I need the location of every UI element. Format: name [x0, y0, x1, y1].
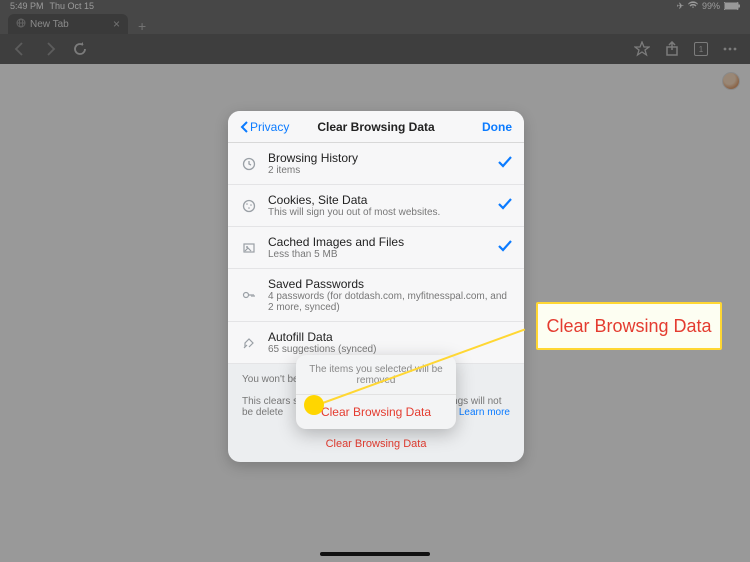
- cookies-icon: [240, 199, 258, 213]
- row-title: Cached Images and Files: [268, 235, 488, 249]
- modal-header: Clear Browsing Data Privacy Done: [228, 111, 524, 143]
- row-cached[interactable]: Cached Images and FilesLess than 5 MB: [228, 227, 524, 269]
- annotation-callout: Clear Browsing Data: [536, 302, 722, 350]
- row-passwords[interactable]: Saved Passwords4 passwords (for dotdash.…: [228, 269, 524, 322]
- check-icon: [498, 239, 512, 257]
- autofill-icon: [240, 336, 258, 350]
- popover-arrow-icon: [369, 428, 383, 429]
- row-cookies[interactable]: Cookies, Site DataThis will sign you out…: [228, 185, 524, 227]
- foot-line2a: This clears sy: [242, 396, 303, 407]
- row-browsing-history[interactable]: Browsing History2 items: [228, 143, 524, 185]
- row-title: Browsing History: [268, 151, 488, 165]
- data-type-list: Browsing History2 items Cookies, Site Da…: [228, 143, 524, 364]
- confirm-popover: The items you selected will be removed C…: [296, 355, 456, 429]
- history-icon: [240, 157, 258, 171]
- key-icon: [240, 288, 258, 302]
- done-button[interactable]: Done: [482, 120, 512, 134]
- clear-browsing-data-button[interactable]: Clear Browsing Data: [228, 428, 524, 462]
- images-icon: [240, 241, 258, 255]
- row-title: Cookies, Site Data: [268, 193, 488, 207]
- back-label: Privacy: [250, 120, 289, 134]
- chevron-left-icon: [240, 121, 249, 133]
- learn-more-link[interactable]: Learn more: [459, 407, 510, 418]
- clear-data-modal: Clear Browsing Data Privacy Done Browsin…: [228, 111, 524, 462]
- check-icon: [498, 197, 512, 215]
- row-sub: Less than 5 MB: [268, 249, 488, 260]
- row-sub: This will sign you out of most websites.: [268, 207, 488, 218]
- row-sub: 4 passwords (for dotdash.com, myfitnessp…: [268, 291, 512, 313]
- annotation-dot: [304, 395, 324, 415]
- row-title: Autofill Data: [268, 330, 512, 344]
- row-sub: 2 items: [268, 165, 488, 176]
- row-title: Saved Passwords: [268, 277, 512, 291]
- check-icon: [498, 155, 512, 173]
- foot-line1: You won't be: [242, 374, 299, 385]
- back-to-privacy[interactable]: Privacy: [240, 120, 289, 134]
- callout-text: Clear Browsing Data: [546, 316, 711, 337]
- home-indicator[interactable]: [320, 552, 430, 556]
